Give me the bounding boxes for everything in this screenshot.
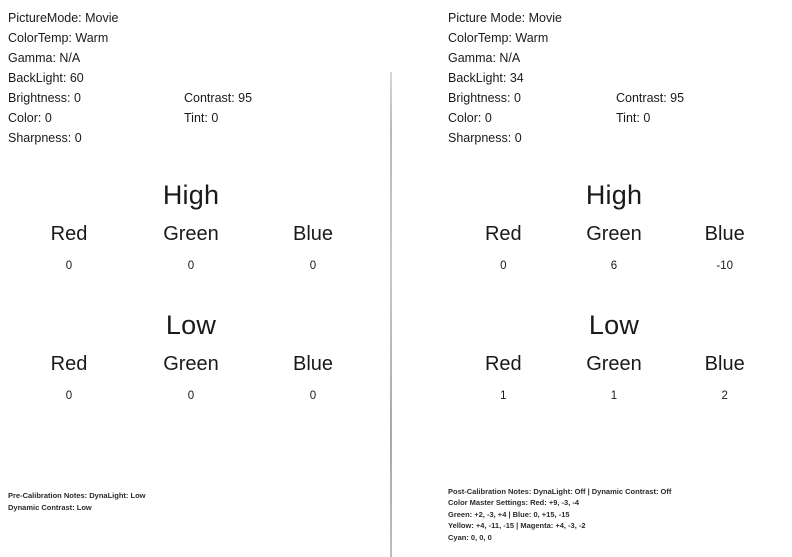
pre-note-line-1: Pre-Calibration Notes: DynaLight: Low <box>8 491 146 500</box>
left-low-green-value: 0 <box>187 390 195 402</box>
right-high-title: High <box>585 180 643 210</box>
right-high-red-value: 0 <box>500 260 507 272</box>
left-high-green-value: 0 <box>187 260 195 272</box>
left-low-red-value: 0 <box>65 390 73 402</box>
right-high-blue-cell: Blue -10 <box>669 221 780 275</box>
post-note-line-1: Post-Calibration Notes: DynaLight: Off |… <box>448 486 672 496</box>
left-gamma-label: Gamma: N/A <box>8 51 81 65</box>
right-sharpness-label: Sharpness: 0 <box>448 131 522 145</box>
left-color-temp-label: ColorTemp: Warm <box>8 31 109 45</box>
right-backlight-label: BackLight: 34 <box>448 71 524 85</box>
right-picture-mode-row: Picture Mode: Movie <box>448 8 792 28</box>
post-note-line-3: Green: +2, -3, +4 | Blue: 0, +15, -15 <box>448 509 570 519</box>
left-low-blue-label: Blue <box>292 353 334 375</box>
left-high-green-cell: Green 0 <box>130 221 252 275</box>
right-color-tint-row: Color: 0 Tint: 0 <box>448 108 792 128</box>
left-low-red-label: Red <box>50 353 88 375</box>
left-backlight-row: BackLight: 60 <box>8 68 390 88</box>
left-brightness-contrast-row: Brightness: 0 Contrast: 95 <box>8 88 390 108</box>
calibration-sheet: PictureMode: Movie ColorTemp: Warm Gamma… <box>0 0 792 557</box>
left-backlight-label: BackLight: 60 <box>8 71 84 85</box>
right-low-green-value: 1 <box>610 390 618 402</box>
left-high-red-value: 0 <box>65 260 73 272</box>
left-high-blue-label: Blue <box>292 223 334 245</box>
right-low-title: Low <box>588 310 640 340</box>
right-color-temp-label: ColorTemp: Warm <box>448 31 549 45</box>
right-backlight-row: BackLight: 34 <box>448 68 792 88</box>
left-high-channels: Red 0 Green 0 Blue 0 <box>8 221 374 275</box>
left-high-blue-cell: Blue 0 <box>252 221 374 275</box>
right-high-green-label: Green <box>586 223 642 245</box>
right-high-group: High Red 0 Green 6 Blue -10 <box>448 178 780 275</box>
left-low-blue-value: 0 <box>309 390 317 402</box>
post-calibration-notes: Post-Calibration Notes: DynaLight: Off |… <box>448 486 671 544</box>
right-high-red-cell: Red 0 <box>448 221 559 275</box>
right-low-red-cell: Red 1 <box>448 351 559 405</box>
left-color-label: Color: 0 <box>8 111 52 125</box>
right-gamma-row: Gamma: N/A <box>448 48 792 68</box>
right-contrast-label: Contrast: 95 <box>616 91 685 105</box>
right-low-blue-cell: Blue 2 <box>669 351 780 405</box>
left-high-blue-value: 0 <box>309 260 317 272</box>
post-calibration-panel: Picture Mode: Movie ColorTemp: Warm Gamm… <box>390 0 792 557</box>
right-high-blue-value: -10 <box>716 260 733 272</box>
pre-calibration-notes: Pre-Calibration Notes: DynaLight: Low Dy… <box>8 490 146 513</box>
right-low-blue-label: Blue <box>704 353 745 375</box>
right-settings-block: Picture Mode: Movie ColorTemp: Warm Gamm… <box>448 8 792 148</box>
left-high-title: High <box>162 180 220 210</box>
left-low-red-cell: Red 0 <box>8 351 130 405</box>
right-high-blue-label: Blue <box>704 223 745 245</box>
right-low-red-value: 1 <box>500 390 507 402</box>
left-high-red-label: Red <box>50 223 88 245</box>
right-tint-label: Tint: 0 <box>616 111 651 125</box>
right-low-blue-value: 2 <box>721 390 728 402</box>
left-low-green-label: Green <box>163 353 219 375</box>
left-color-temp-row: ColorTemp: Warm <box>8 28 390 48</box>
right-high-red-label: Red <box>484 223 522 245</box>
left-low-title: Low <box>165 310 217 340</box>
left-sharpness-row: Sharpness: 0 <box>8 128 390 148</box>
post-note-line-2: Color Master Settings: Red: +9, -3, -4 <box>448 498 580 507</box>
left-low-blue-cell: Blue 0 <box>252 351 374 405</box>
right-high-channels: Red 0 Green 6 Blue -10 <box>448 221 780 275</box>
post-note-line-5: Cyan: 0, 0, 0 <box>448 532 492 542</box>
left-picture-mode-row: PictureMode: Movie <box>8 8 390 28</box>
right-picture-mode-label: Picture Mode: Movie <box>448 11 562 25</box>
left-low-group: Low Red 0 Green 0 Blue 0 <box>8 308 374 405</box>
left-color-tint-row: Color: 0 Tint: 0 <box>8 108 390 128</box>
left-low-channels: Red 0 Green 0 Blue 0 <box>8 351 374 405</box>
left-sharpness-label: Sharpness: 0 <box>8 131 82 145</box>
right-color-label: Color: 0 <box>448 111 492 125</box>
pre-note-line-2: Dynamic Contrast: Low <box>8 502 92 512</box>
left-settings-block: PictureMode: Movie ColorTemp: Warm Gamma… <box>8 8 390 148</box>
left-tint-label: Tint: 0 <box>184 111 219 125</box>
right-low-group: Low Red 1 Green 1 Blue 2 <box>448 308 780 405</box>
right-color-temp-row: ColorTemp: Warm <box>448 28 792 48</box>
pre-calibration-panel: PictureMode: Movie ColorTemp: Warm Gamma… <box>0 0 390 557</box>
right-low-red-label: Red <box>484 353 522 375</box>
left-high-red-cell: Red 0 <box>8 221 130 275</box>
right-low-green-label: Green <box>586 353 642 375</box>
left-low-green-cell: Green 0 <box>130 351 252 405</box>
left-contrast-label: Contrast: 95 <box>184 91 253 105</box>
right-brightness-label: Brightness: 0 <box>448 91 521 105</box>
post-note-line-4: Yellow: +4, -11, -15 | Magenta: +4, -3, … <box>448 521 586 530</box>
left-high-green-label: Green <box>163 223 219 245</box>
right-low-channels: Red 1 Green 1 Blue 2 <box>448 351 780 405</box>
right-high-green-cell: Green 6 <box>559 221 670 275</box>
left-brightness-label: Brightness: 0 <box>8 91 81 105</box>
left-picture-mode-label: PictureMode: Movie <box>8 11 119 25</box>
left-high-group: High Red 0 Green 0 Blue 0 <box>8 178 374 275</box>
right-gamma-label: Gamma: N/A <box>448 51 521 65</box>
right-sharpness-row: Sharpness: 0 <box>448 128 792 148</box>
left-gamma-row: Gamma: N/A <box>8 48 390 68</box>
right-brightness-contrast-row: Brightness: 0 Contrast: 95 <box>448 88 792 108</box>
right-high-green-value: 6 <box>610 260 618 272</box>
right-low-green-cell: Green 1 <box>559 351 670 405</box>
